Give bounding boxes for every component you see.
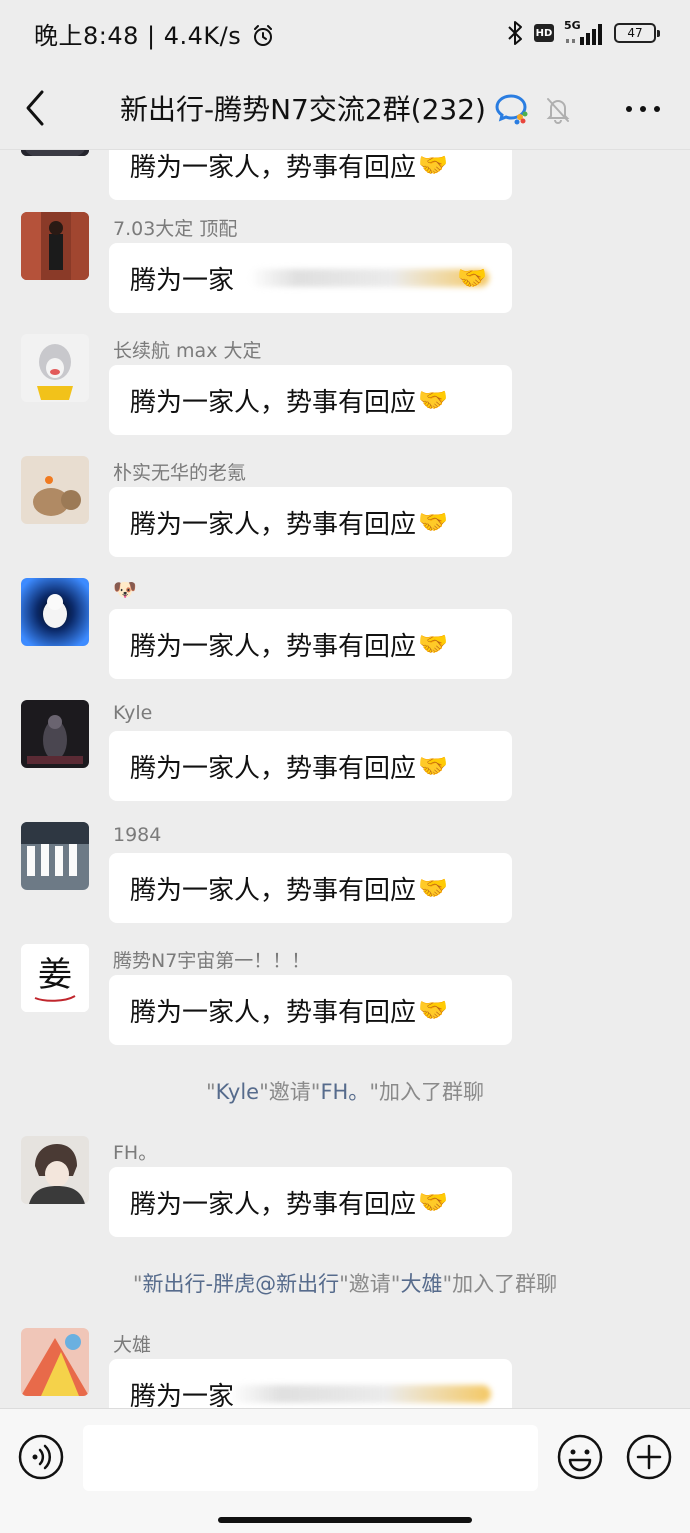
redacted-blur (249, 269, 489, 287)
message-text: 腾为一家 (130, 265, 235, 296)
message-text: 腾为一家人，势事有回应 (130, 753, 417, 784)
avatar-char: 姜 (38, 955, 72, 995)
system-text: "邀请" (259, 1080, 321, 1104)
message-text: 腾为一家人，势事有回应 (130, 152, 417, 183)
home-indicator[interactable] (218, 1517, 472, 1523)
invitee-link[interactable]: 大雄 (400, 1272, 442, 1296)
avatar-image (21, 456, 89, 524)
input-bar (0, 1408, 690, 1533)
message-text: 腾为一家人，势事有回应 (130, 631, 417, 662)
system-text: "加入了群聊 (369, 1080, 484, 1104)
invitee-link[interactable]: FH。 (320, 1080, 369, 1104)
message-bubble[interactable]: 腾为一家 (109, 1359, 512, 1408)
status-icons: HD 5G 47 (506, 16, 660, 50)
inviter-link[interactable]: Kyle (216, 1080, 259, 1104)
status-bar: 晚上8:48 | 4.4K/s HD 5G 47 (0, 0, 690, 68)
avatar-image (21, 822, 89, 890)
bluetooth-icon (508, 21, 522, 45)
handshake-emoji: 🤝 (418, 386, 448, 414)
system-text: "邀请" (339, 1272, 401, 1296)
handshake-emoji: 🤝 (418, 752, 448, 780)
avatar-image: 姜 (21, 944, 89, 1012)
back-arrow-icon[interactable] (18, 86, 52, 130)
message-text: 腾为一家人，势事有回应 (130, 387, 417, 418)
avatar-image (21, 700, 89, 768)
avatar-image (21, 334, 89, 402)
chat-header: 新出行-腾势N7交流2群(232) (0, 68, 690, 150)
avatar-image (21, 150, 89, 156)
redacted-blur (229, 1385, 491, 1403)
handshake-emoji: 🤝 (418, 874, 448, 902)
avatar[interactable] (21, 1328, 89, 1396)
handshake-emoji: 🤝 (418, 1188, 448, 1216)
message-bubble[interactable]: 腾为一家人，势事有回应 🤝 (109, 487, 512, 557)
handshake-emoji: 🤝 (418, 630, 448, 658)
status-time-speed-text: 晚上8:48 | 4.4K/s (34, 22, 242, 50)
voice-icon[interactable] (17, 1433, 65, 1481)
status-time-speed: 晚上8:48 | 4.4K/s (34, 16, 275, 51)
message-bubble[interactable]: 腾为一家人，势事有回应 🤝 (109, 609, 512, 679)
alarm-icon (254, 25, 273, 46)
avatar-image (21, 578, 89, 646)
battery-level: 47 (627, 26, 643, 40)
avatar[interactable] (21, 1136, 89, 1204)
emoji-icon[interactable] (556, 1433, 604, 1481)
message-text: 腾为一家人，势事有回应 (130, 509, 417, 540)
sender-name: 腾势N7宇宙第一！！！ (113, 950, 311, 972)
bell-off-icon (546, 98, 570, 124)
system-text: " (206, 1080, 216, 1104)
chat-screen: 晚上8:48 | 4.4K/s HD 5G 47 新出行-腾势N7交流2群(23… (0, 0, 690, 1533)
sender-name: 朴实无华的老氪 (113, 462, 247, 484)
sender-name: 1984 (113, 824, 162, 846)
message-bubble[interactable]: 腾为一家人，势事有回应 🤝 (109, 150, 512, 200)
message-bubble[interactable]: 腾为一家人，势事有回应 🤝 (109, 1167, 512, 1237)
avatar[interactable] (21, 150, 89, 156)
avatar[interactable] (21, 700, 89, 768)
sender-name: 长续航 max 大定 (113, 340, 262, 362)
plus-icon[interactable] (625, 1433, 673, 1481)
message-bubble[interactable]: 腾为一家人，势事有回应 🤝 (109, 975, 512, 1045)
signal-icon: 5G (564, 19, 604, 47)
sender-name: Kyle (113, 702, 153, 724)
message-text: 腾为一家人，势事有回应 (130, 875, 417, 906)
avatar-image (21, 212, 89, 280)
message-bubble[interactable]: 腾为一家人，势事有回应 🤝 (109, 853, 512, 923)
handshake-emoji: 🤝 (457, 264, 487, 292)
message-bubble[interactable]: 腾为一家人，势事有回应 🤝 (109, 731, 512, 801)
handshake-emoji: 🤝 (418, 151, 448, 179)
avatar[interactable] (21, 212, 89, 280)
system-invite-message: "Kyle"邀请"FH。"加入了群聊 (0, 1076, 690, 1106)
message-bubble[interactable]: 腾为一家 🤝 (109, 243, 512, 313)
sender-name: 7.03大定 顶配 (113, 218, 238, 240)
avatar[interactable] (21, 334, 89, 402)
message-bubble[interactable]: 腾为一家人，势事有回应 🤝 (109, 365, 512, 435)
battery-icon: 47 (614, 23, 660, 43)
message-list[interactable]: 腾为一家人，势事有回应 🤝 7.03大定 顶配 腾为一家 🤝 长续航 max 大… (0, 150, 690, 1408)
sender-name: 大雄 (113, 1334, 152, 1356)
inviter-link[interactable]: 新出行-胖虎@新出行 (143, 1272, 340, 1296)
sender-name: FH。 (113, 1142, 158, 1164)
system-text: " (132, 1272, 143, 1296)
chat-title[interactable]: 新出行-腾势N7交流2群(232) (120, 88, 486, 128)
avatar[interactable]: 姜 (21, 944, 89, 1012)
avatar-image (21, 1328, 89, 1396)
avatar[interactable] (21, 822, 89, 890)
system-text: "加入了群聊 (442, 1272, 558, 1296)
message-input[interactable] (83, 1425, 538, 1491)
message-text: 腾为一家人，势事有回应 (130, 1189, 417, 1220)
hd-badge: HD (534, 24, 554, 42)
message-text: 腾为一家 (130, 1381, 235, 1409)
handshake-emoji: 🤝 (418, 508, 448, 536)
system-invite-message: "新出行-胖虎@新出行"邀请"大雄"加入了群聊 (0, 1268, 690, 1298)
message-text: 腾为一家人，势事有回应 (130, 997, 417, 1028)
wecom-logo-icon (495, 94, 528, 125)
handshake-emoji: 🤝 (418, 996, 448, 1024)
avatar[interactable] (21, 456, 89, 524)
more-dots-icon[interactable] (624, 92, 662, 126)
sender-name: 🐶 (113, 579, 137, 601)
signal-bars-icon (566, 24, 602, 45)
avatar-image (21, 1136, 89, 1204)
avatar[interactable] (21, 578, 89, 646)
